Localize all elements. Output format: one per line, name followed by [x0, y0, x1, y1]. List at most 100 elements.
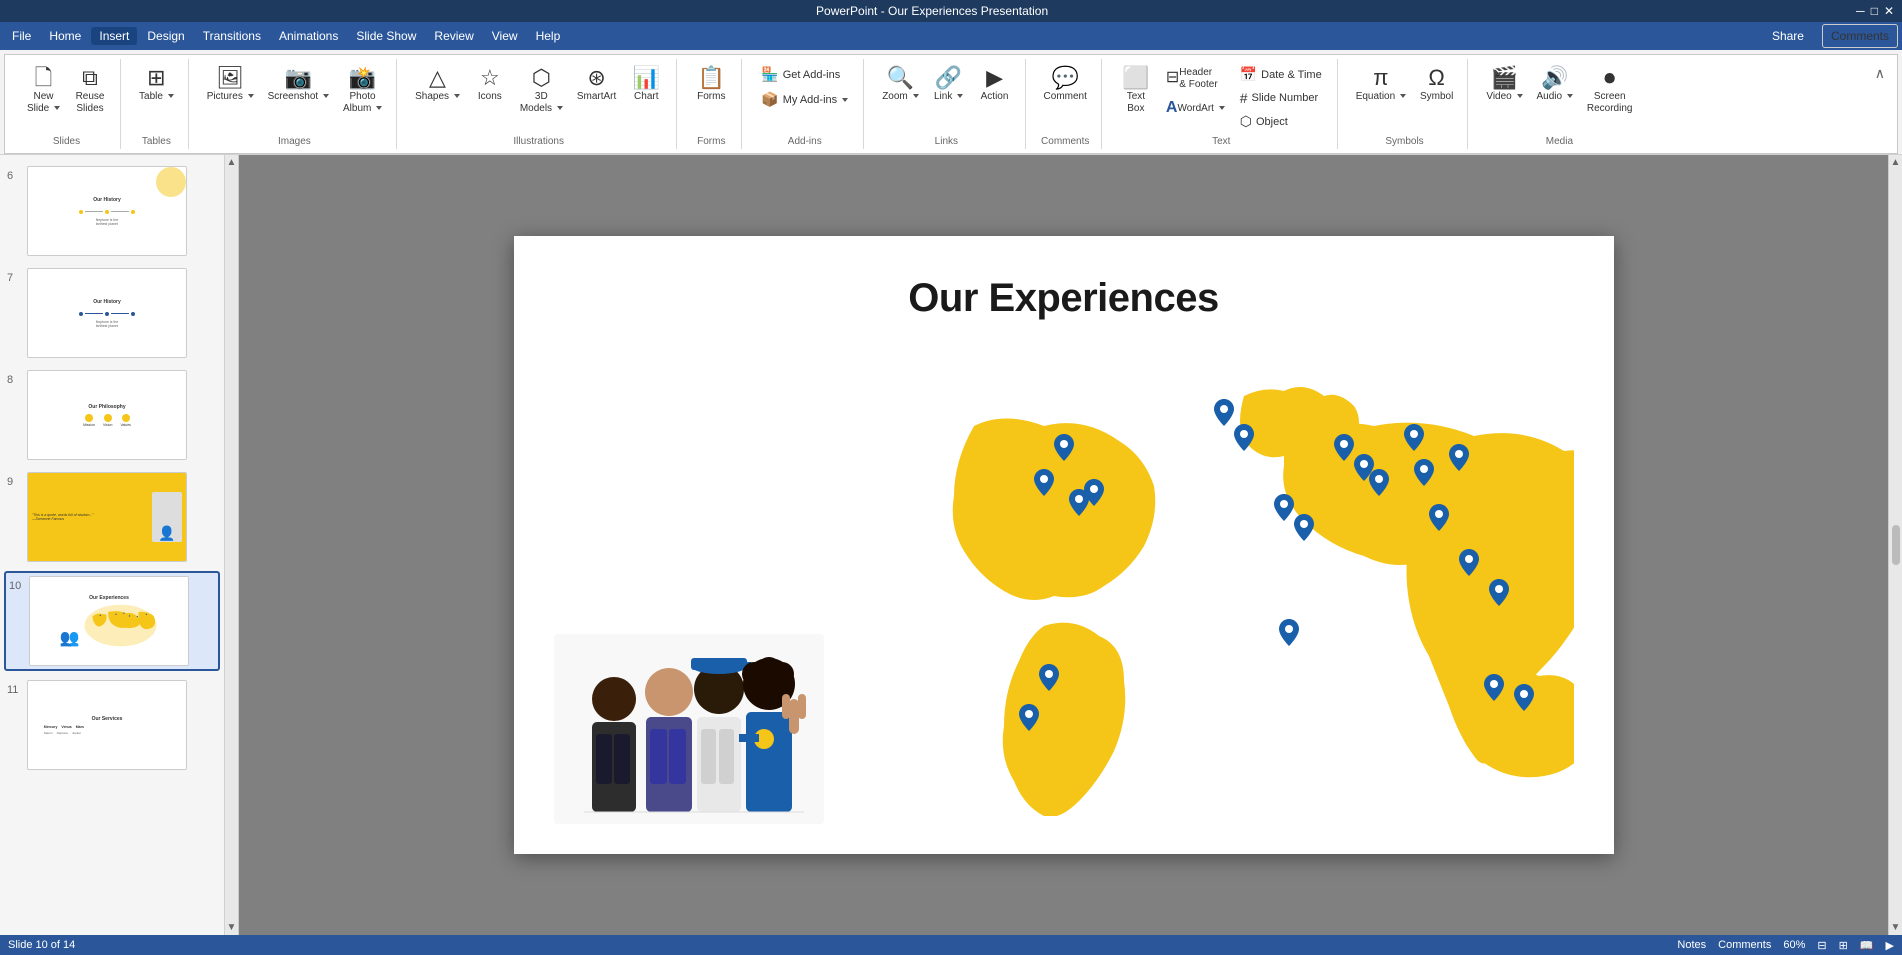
menu-file[interactable]: File — [4, 27, 39, 45]
slide-thumb-9[interactable]: 9 "This is a quote, words full of wisdom… — [4, 469, 220, 565]
slide-thumb-6[interactable]: 6 Our History Neptune is thefarthest pla… — [4, 163, 220, 259]
addins-group-label: Add-ins — [754, 133, 855, 149]
menu-help[interactable]: Help — [528, 27, 569, 45]
wordart-button[interactable]: A WordArt — [1160, 96, 1231, 122]
slides-group-label: Slides — [21, 133, 112, 149]
slide-preview-7: Our History Neptune is thefarthest plane… — [27, 268, 187, 358]
get-add-ins-button[interactable]: 🏪 Get Add-ins — [754, 63, 847, 86]
audio-icon: 🔊 — [1541, 67, 1568, 89]
reuse-slides-button[interactable]: ⧉ ReuseSlides — [68, 63, 112, 119]
action-label: Action — [981, 91, 1009, 103]
smartart-button[interactable]: ⊛ SmartArt — [571, 63, 622, 107]
slide-thumb-7[interactable]: 7 Our History Neptune is thefarthest pla… — [4, 265, 220, 361]
slide-number-button[interactable]: # Slide Number — [1233, 87, 1329, 109]
vertical-scrollbar[interactable]: ▲ ▼ — [1888, 155, 1902, 935]
forms-icon: 📋 — [698, 67, 725, 89]
table-label: Table — [139, 91, 174, 103]
close-btn[interactable]: ✕ — [1884, 4, 1894, 18]
video-label: Video — [1486, 91, 1522, 103]
slide-preview-10: Our Experiences 👥 — [29, 576, 189, 666]
ribbon-group-illustrations: △ Shapes ☆ Icons ⬡ 3DModels ⊛ SmartArt 📊 — [401, 59, 677, 149]
slide-preview-9: "This is a quote, words full of wisdom..… — [27, 472, 187, 562]
link-button[interactable]: 🔗 Link — [927, 63, 971, 107]
minimize-btn[interactable]: ─ — [1856, 4, 1865, 18]
shapes-button[interactable]: △ Shapes — [409, 63, 466, 107]
equation-icon: π — [1373, 67, 1388, 89]
text-box-button[interactable]: ⬜ TextBox — [1114, 63, 1158, 119]
screenshot-button[interactable]: 📷 Screenshot — [262, 63, 335, 107]
slide-preview-11: Our Services Mercury Venus Mars Saturn N… — [27, 680, 187, 770]
3d-models-button[interactable]: ⬡ 3DModels — [514, 63, 569, 119]
maximize-btn[interactable]: □ — [1871, 4, 1878, 18]
action-icon: ▶ — [986, 67, 1003, 89]
slide-title: Our Experiences — [514, 236, 1614, 321]
icons-label: Icons — [478, 91, 502, 103]
collapse-ribbon-button[interactable]: ∧ — [1871, 63, 1889, 84]
icons-button[interactable]: ☆ Icons — [468, 63, 512, 107]
scroll-down-button[interactable]: ▼ — [227, 922, 237, 933]
slide-preview-6: Our History Neptune is thefarthest plane… — [27, 166, 187, 256]
share-button[interactable]: Share — [1760, 25, 1816, 47]
equation-button[interactable]: π Equation — [1350, 63, 1412, 107]
symbol-button[interactable]: Ω Symbol — [1414, 63, 1459, 107]
screen-recording-button[interactable]: ⏺ ScreenRecording — [1581, 63, 1639, 119]
world-map[interactable] — [914, 336, 1574, 816]
scroll-up-right-button[interactable]: ▲ — [1891, 157, 1901, 168]
chart-button[interactable]: 📊 Chart — [624, 63, 668, 107]
menu-view[interactable]: View — [484, 27, 526, 45]
comments-status-button[interactable]: Comments — [1718, 939, 1771, 951]
date-time-button[interactable]: 📅 Date & Time — [1233, 63, 1329, 86]
pictures-button[interactable]: 🖼 Pictures — [201, 63, 260, 107]
zoom-control[interactable]: 60% — [1783, 939, 1805, 951]
tables-group-label: Tables — [133, 133, 180, 149]
photo-album-button[interactable]: 📸 PhotoAlbum — [337, 63, 388, 119]
menu-insert[interactable]: Insert — [91, 27, 137, 45]
people-svg — [554, 634, 824, 824]
forms-button[interactable]: 📋 Forms — [689, 63, 733, 107]
comments-button[interactable]: Comments — [1822, 24, 1898, 48]
screenshot-label: Screenshot — [268, 91, 329, 103]
header-footer-button[interactable]: ⊟ Header& Footer — [1160, 63, 1231, 95]
video-button[interactable]: 🎬 Video — [1480, 63, 1528, 107]
new-slide-button[interactable]: 🗋 NewSlide — [21, 63, 66, 119]
ribbon-group-tables: ⊞ Table Tables — [125, 59, 189, 149]
slide-num-10: 10 — [9, 576, 23, 592]
ribbon-group-addins: 🏪 Get Add-ins 📦 My Add-ins Add-ins — [746, 59, 864, 149]
symbol-icon: Ω — [1428, 67, 1444, 89]
notes-button[interactable]: Notes — [1677, 939, 1706, 951]
menu-animations[interactable]: Animations — [271, 27, 346, 45]
menu-home[interactable]: Home — [41, 27, 89, 45]
action-button[interactable]: ▶ Action — [973, 63, 1017, 107]
photo-album-icon: 📸 — [349, 67, 376, 89]
audio-label: Audio — [1537, 91, 1573, 103]
photo-album-label: PhotoAlbum — [343, 91, 382, 115]
3d-models-label: 3DModels — [520, 91, 563, 115]
menu-review[interactable]: Review — [426, 27, 481, 45]
menu-slideshow[interactable]: Slide Show — [348, 27, 424, 45]
scroll-thumb[interactable] — [1892, 525, 1900, 565]
menu-bar: File Home Insert Design Transitions Anim… — [0, 22, 1902, 50]
date-time-label: Date & Time — [1261, 69, 1322, 81]
people-illustration — [554, 634, 824, 824]
menu-transitions[interactable]: Transitions — [195, 27, 269, 45]
wordart-label: WordArt — [1177, 103, 1224, 115]
text-group-label: Text — [1114, 133, 1329, 149]
symbol-label: Symbol — [1420, 91, 1453, 103]
slide-panel: 6 Our History Neptune is thefarthest pla… — [0, 155, 225, 935]
scroll-down-right-button[interactable]: ▼ — [1891, 922, 1901, 933]
comment-button[interactable]: 💬 Comment — [1038, 63, 1093, 107]
slide-thumb-8[interactable]: 8 Our Philosophy Mission Vision — [4, 367, 220, 463]
slide-thumb-10[interactable]: 10 Our Experiences 👥 — [4, 571, 220, 671]
zoom-button[interactable]: 🔍 Zoom — [876, 63, 924, 107]
object-button[interactable]: ⬡ Object — [1233, 110, 1329, 133]
ribbon-group-comments: 💬 Comment Comments — [1030, 59, 1102, 149]
scroll-up-button[interactable]: ▲ — [227, 157, 237, 168]
slide-thumb-11[interactable]: 11 Our Services Mercury Venus Mars Satur… — [4, 677, 220, 773]
slide-info: Slide 10 of 14 — [8, 939, 75, 951]
menu-design[interactable]: Design — [139, 27, 192, 45]
table-button[interactable]: ⊞ Table — [133, 63, 180, 107]
links-group-label: Links — [876, 133, 1016, 149]
audio-button[interactable]: 🔊 Audio — [1531, 63, 1579, 107]
my-add-ins-button[interactable]: 📦 My Add-ins — [754, 88, 855, 111]
slide-canvas[interactable]: Our Experiences — [514, 236, 1614, 854]
